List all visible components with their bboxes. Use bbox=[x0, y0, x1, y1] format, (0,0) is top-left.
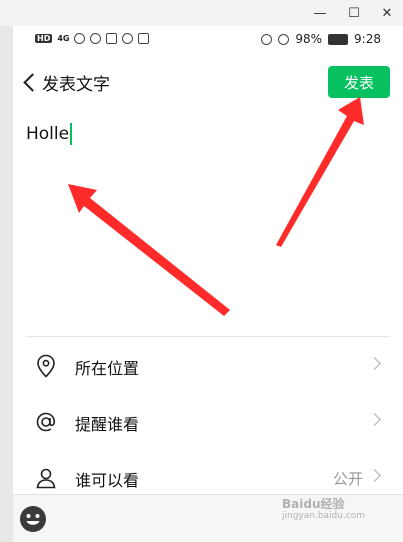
chevron-right-icon bbox=[368, 413, 381, 426]
option-label: 谁可以看 bbox=[75, 471, 140, 490]
page-title: 发表文字 bbox=[42, 75, 110, 95]
close-button[interactable]: ✕ bbox=[370, 0, 403, 26]
status-icons-right: 98% 9:28 bbox=[261, 32, 381, 46]
headset-icon bbox=[74, 33, 86, 44]
battery-icon bbox=[328, 33, 349, 45]
chevron-right-icon bbox=[368, 357, 381, 370]
clock-time: 9:28 bbox=[354, 32, 381, 46]
back-arrow-icon bbox=[22, 72, 42, 92]
battery-percent: 98% bbox=[295, 32, 323, 46]
status-bar: HD 4G 98% 9:28 bbox=[13, 26, 403, 56]
phone-screen: HD 4G 98% 9:28 发表文字 发表 Holle 所在位置 提醒谁看 谁… bbox=[13, 26, 403, 542]
text-cursor bbox=[70, 123, 73, 145]
alarm-icon bbox=[278, 33, 290, 45]
option-mention[interactable]: 提醒谁看 bbox=[13, 393, 403, 449]
window-left-edge bbox=[0, 26, 13, 542]
bluetooth-icon bbox=[122, 33, 134, 44]
status-icons-left: HD 4G bbox=[35, 33, 150, 44]
paper-plane-icon bbox=[106, 33, 118, 44]
page-header: 发表文字 发表 bbox=[13, 56, 403, 108]
back-button[interactable] bbox=[17, 68, 42, 96]
hd-icon: HD bbox=[35, 34, 53, 43]
maximize-button[interactable]: ☐ bbox=[337, 0, 371, 26]
compose-text-area[interactable]: Holle bbox=[26, 119, 386, 149]
at-icon bbox=[33, 409, 59, 435]
missed-call-icon bbox=[138, 33, 150, 44]
compose-text: Holle bbox=[26, 124, 70, 144]
emoji-icon[interactable] bbox=[19, 505, 47, 533]
minimize-button[interactable]: — bbox=[303, 0, 337, 26]
person-icon bbox=[33, 465, 59, 491]
option-label: 所在位置 bbox=[75, 359, 140, 378]
location-pin-icon bbox=[33, 353, 59, 379]
option-location[interactable]: 所在位置 bbox=[13, 337, 403, 393]
eye-icon bbox=[261, 33, 273, 45]
chevron-right-icon bbox=[368, 469, 381, 482]
publish-button[interactable]: 发表 bbox=[328, 66, 390, 98]
watermark-url: jingyan.baidu.com bbox=[282, 511, 366, 521]
network-label: 4G bbox=[57, 34, 70, 43]
option-label: 提醒谁看 bbox=[75, 415, 140, 434]
window-titlebar: — ☐ ✕ bbox=[0, 0, 403, 26]
k-app-icon bbox=[90, 33, 102, 44]
watermark-text: Baidu经验 bbox=[282, 497, 345, 511]
visibility-value: 公开 bbox=[332, 470, 363, 488]
